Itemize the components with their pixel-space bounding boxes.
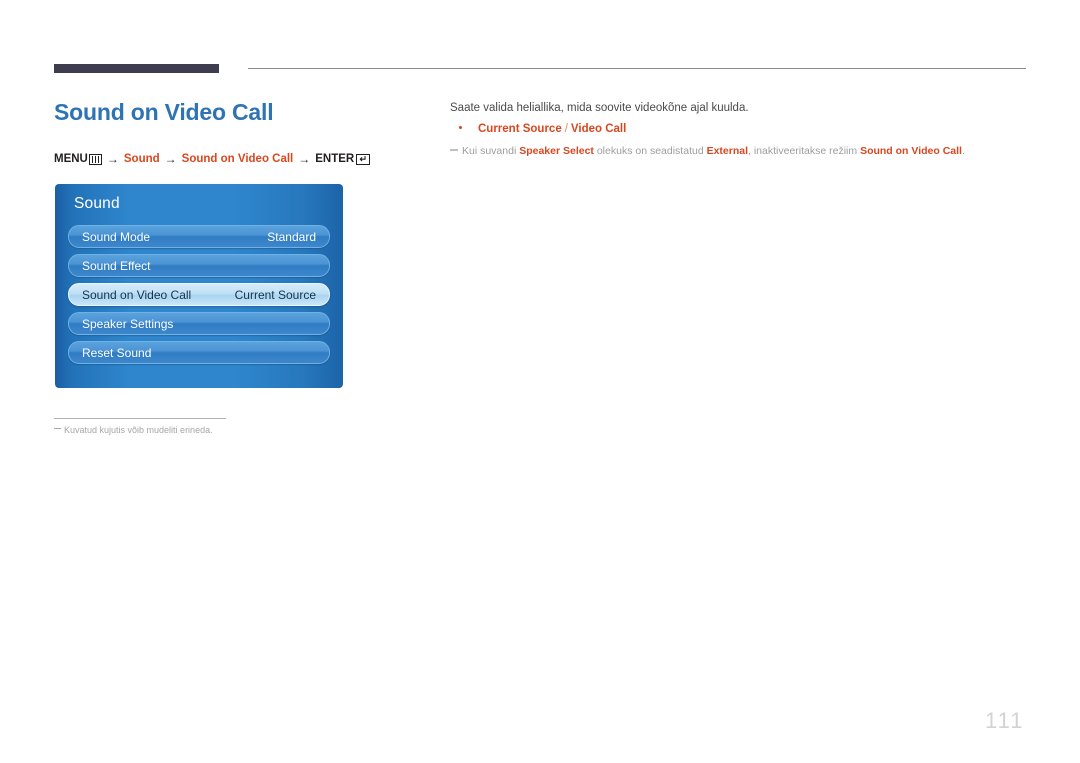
osd-item-value: Current Source <box>234 287 316 302</box>
note-highlight-external: External <box>706 145 749 157</box>
bullet-dot-icon <box>459 126 462 129</box>
osd-item-sound-effect[interactable]: Sound Effect <box>68 254 330 277</box>
note-text: Kui suvandi Speaker Select olekuks on se… <box>462 144 965 159</box>
osd-menu-list: Sound Mode Standard Sound Effect Sound o… <box>68 225 330 364</box>
note-paragraph: Kui suvandi Speaker Select olekuks on se… <box>450 144 1030 159</box>
osd-item-label: Speaker Settings <box>82 316 174 331</box>
osd-item-sound-on-video-call[interactable]: Sound on Video Call Current Source <box>68 283 330 306</box>
option-video-call: Video Call <box>570 123 627 135</box>
osd-item-reset-sound[interactable]: Reset Sound <box>68 341 330 364</box>
breadcrumb-step-sound-on-video-call[interactable]: Sound on Video Call <box>182 153 294 165</box>
osd-item-value: Standard <box>267 229 316 244</box>
osd-item-speaker-settings[interactable]: Speaker Settings <box>68 312 330 335</box>
breadcrumb-step-sound[interactable]: Sound <box>124 153 160 165</box>
osd-panel-title: Sound <box>74 195 120 212</box>
osd-menu-panel: Sound Sound Mode Standard Sound Effect S… <box>55 184 343 388</box>
page-number: 111 <box>985 708 1025 733</box>
content-column: Saate valida heliallika, mida soovite vi… <box>450 100 1030 159</box>
breadcrumb-arrow-3: → <box>298 152 311 166</box>
breadcrumb-enter-label: ENTER <box>315 153 355 165</box>
osd-item-sound-mode[interactable]: Sound Mode Standard <box>68 225 330 248</box>
image-footnote: Kuvatud kujutis võib mudeliti erineda. <box>54 425 213 435</box>
osd-item-label: Sound Mode <box>82 229 151 244</box>
lead-paragraph: Saate valida heliallika, mida soovite vi… <box>450 102 749 114</box>
header-divider-rule <box>248 68 1026 69</box>
note-highlight-sound-on-video-call: Sound on Video Call <box>860 145 962 157</box>
note-part-4: . <box>961 145 965 157</box>
note-part-2: olekuks on seadistatud <box>593 145 707 157</box>
menu-grid-icon <box>88 153 102 165</box>
header-accent-bar <box>54 64 219 73</box>
breadcrumb-arrow-1: → <box>106 152 119 166</box>
note-highlight-speaker-select: Speaker Select <box>519 145 594 157</box>
osd-item-label: Sound Effect <box>82 258 151 273</box>
footnote-dash-icon <box>54 428 61 429</box>
breadcrumb-menu-label: MENU <box>54 153 88 165</box>
option-separator: / <box>564 123 568 135</box>
note-part-1: Kui suvandi <box>462 145 520 157</box>
enter-return-icon: ↵ <box>356 153 371 165</box>
image-footnote-text: Kuvatud kujutis võib mudeliti erineda. <box>64 425 213 435</box>
option-list-item: Current Source / Video Call <box>450 123 1030 135</box>
osd-item-label: Reset Sound <box>82 345 152 360</box>
note-dash-icon <box>450 149 458 151</box>
breadcrumb: MENU → Sound → Sound on Video Call → ENT… <box>54 152 371 166</box>
breadcrumb-arrow-2: → <box>164 152 177 166</box>
osd-item-label: Sound on Video Call <box>82 287 192 302</box>
footnote-divider <box>54 418 226 419</box>
option-current-source: Current Source <box>478 123 562 135</box>
note-part-3: , inaktiveeritakse režiim <box>748 145 861 157</box>
page-title: Sound on Video Call <box>54 99 274 125</box>
